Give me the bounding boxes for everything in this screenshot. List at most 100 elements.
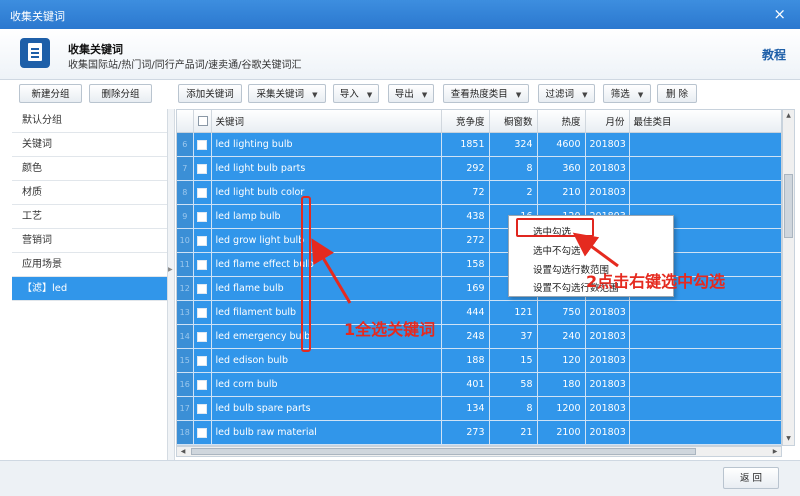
cell-competition: 272: [441, 228, 490, 253]
cell-competition: 292: [441, 156, 490, 181]
row-checkbox[interactable]: [193, 372, 212, 397]
table-row[interactable]: 6 led lighting bulb 1851 324 4600 201803: [177, 132, 781, 157]
delete-group-button[interactable]: 删除分组: [89, 84, 152, 103]
checkbox-icon[interactable]: [197, 307, 207, 318]
cell-month: 201803: [585, 132, 630, 157]
import-dropdown[interactable]: 导入 ▼: [333, 84, 379, 103]
cell-competition: 438: [441, 204, 490, 229]
horizontal-scrollbar[interactable]: ◀ ▶: [176, 446, 782, 457]
delete-button[interactable]: 删 除: [657, 84, 697, 103]
scroll-right-icon[interactable]: ▶: [769, 447, 781, 456]
sidebar-item-craft[interactable]: 工艺: [12, 205, 167, 229]
table-row[interactable]: 18 led bulb raw material 273 21 2100 201803: [177, 420, 781, 445]
checkbox-icon[interactable]: [197, 187, 207, 198]
checkbox-icon[interactable]: [197, 116, 208, 126]
cell-month: 201803: [585, 156, 630, 181]
column-header-competition[interactable]: 竞争度: [441, 110, 490, 133]
collapse-arrow-icon[interactable]: ▶: [168, 266, 173, 273]
chevron-down-icon: ▼: [421, 91, 428, 99]
collect-keyword-dropdown[interactable]: 采集关键词 ▼: [248, 84, 326, 103]
scroll-thumb-horizontal[interactable]: [191, 448, 696, 455]
sidebar-item-default[interactable]: 默认分组: [12, 109, 167, 133]
select-all-checkbox[interactable]: [193, 110, 212, 133]
hot-category-dropdown[interactable]: 查看热度类目 ▼: [443, 84, 529, 103]
row-checkbox[interactable]: [193, 276, 212, 301]
row-number: 16: [177, 372, 194, 397]
sidebar-item-scenario[interactable]: 应用场景: [12, 253, 167, 277]
sidebar-item-material[interactable]: 材质: [12, 181, 167, 205]
table-row[interactable]: 13 led filament bulb 444 121 750 201803: [177, 300, 781, 325]
checkbox-icon[interactable]: [197, 259, 207, 270]
row-checkbox[interactable]: [193, 132, 212, 157]
row-checkbox[interactable]: [193, 300, 212, 325]
table-row[interactable]: 16 led corn bulb 401 58 180 201803: [177, 372, 781, 397]
new-group-button[interactable]: 新建分组: [19, 84, 82, 103]
row-checkbox[interactable]: [193, 396, 212, 421]
cell-heat: 360: [537, 156, 586, 181]
checkbox-icon[interactable]: [197, 379, 207, 390]
checkbox-icon[interactable]: [197, 163, 207, 174]
table-row[interactable]: 17 led bulb spare parts 134 8 1200 201803: [177, 396, 781, 421]
row-checkbox[interactable]: [193, 228, 212, 253]
sidebar-item-led-filter[interactable]: 【滤】led: [12, 277, 167, 301]
filter-words-dropdown[interactable]: 过滤词 ▼: [538, 84, 595, 103]
column-header-month[interactable]: 月份: [585, 110, 630, 133]
table-row[interactable]: 8 led light bulb color 72 2 210 201803: [177, 180, 781, 205]
checkbox-icon[interactable]: [197, 331, 207, 342]
cell-competition: 1851: [441, 132, 490, 157]
annotation-highlight-box: [516, 218, 594, 237]
header: 收集关键词 收集国际站/热门词/同行产品词/速卖通/谷歌关键词汇 教程: [0, 29, 800, 80]
vertical-scrollbar[interactable]: ▲ ▼: [782, 109, 795, 446]
row-checkbox[interactable]: [193, 156, 212, 181]
scroll-left-icon[interactable]: ◀: [177, 447, 189, 456]
column-header-keyword[interactable]: 关键词: [211, 110, 442, 133]
table-row[interactable]: 10 led grow light bulb 272: [177, 228, 781, 253]
checkbox-icon[interactable]: [197, 283, 207, 294]
sidebar-item-color[interactable]: 颜色: [12, 157, 167, 181]
column-header-heat[interactable]: 热度: [537, 110, 586, 133]
row-checkbox[interactable]: [193, 252, 212, 277]
checkbox-icon[interactable]: [197, 427, 207, 438]
row-number: 7: [177, 156, 194, 181]
cell-keyword: led corn bulb: [211, 372, 442, 397]
checkbox-icon[interactable]: [197, 355, 207, 366]
table-row[interactable]: 9led lamp bulb43816120201803: [177, 204, 781, 229]
checkbox-icon[interactable]: [197, 211, 207, 222]
cell-showcase: 58: [489, 372, 538, 397]
tutorial-link[interactable]: 教程: [762, 46, 786, 63]
row-number: 8: [177, 180, 194, 205]
cell-keyword: led bulb spare parts: [211, 396, 442, 421]
sidebar-item-marketing[interactable]: 营销词: [12, 229, 167, 253]
checkbox-icon[interactable]: [197, 139, 207, 150]
back-button[interactable]: 返 回: [723, 467, 779, 489]
close-icon[interactable]: ×: [773, 5, 786, 23]
sidebar-item-keywords[interactable]: 关键词: [12, 133, 167, 157]
cell-month: 201803: [585, 372, 630, 397]
checkbox-icon[interactable]: [197, 403, 207, 414]
table-row[interactable]: 15 led edison bulb 188 15 120 201803: [177, 348, 781, 373]
panel-splitter[interactable]: ▶: [167, 109, 175, 460]
table-row[interactable]: 14 led emergency bulb 248 37 240 201803: [177, 324, 781, 349]
scroll-thumb[interactable]: [784, 174, 793, 238]
cell-best-category: [629, 300, 781, 325]
column-header-best-category[interactable]: 最佳类目: [629, 110, 781, 133]
scroll-down-icon[interactable]: ▼: [783, 433, 794, 445]
row-number: 9: [177, 204, 194, 229]
row-checkbox[interactable]: [193, 180, 212, 205]
row-checkbox[interactable]: [193, 348, 212, 373]
scroll-up-icon[interactable]: ▲: [783, 110, 794, 122]
export-dropdown[interactable]: 导出 ▼: [388, 84, 434, 103]
table-row[interactable]: 7 led light bulb parts 292 8 360 201803: [177, 156, 781, 181]
column-header-showcase[interactable]: 橱窗数: [489, 110, 538, 133]
cell-competition: 401: [441, 372, 490, 397]
row-checkbox[interactable]: [193, 420, 212, 445]
cell-showcase: 8: [489, 156, 538, 181]
row-checkbox[interactable]: [193, 324, 212, 349]
screen-dropdown[interactable]: 筛选 ▼: [603, 84, 651, 103]
row-checkbox[interactable]: [193, 204, 212, 229]
add-keyword-button[interactable]: 添加关键词: [178, 84, 242, 103]
cell-best-category: [629, 348, 781, 373]
checkbox-icon[interactable]: [197, 235, 207, 246]
annotation-step2: 2点击右键选中勾选: [586, 272, 726, 291]
menu-item-select-unchecked[interactable]: 选中不勾选: [533, 243, 581, 257]
